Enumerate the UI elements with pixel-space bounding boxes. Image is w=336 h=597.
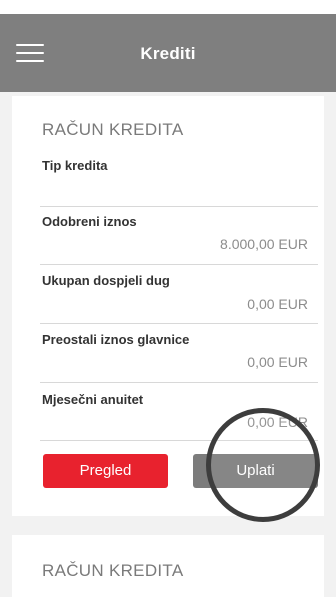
remaining-principal-value: 0,00 EUR	[247, 354, 308, 370]
divider	[40, 264, 318, 265]
loan-type-label: Tip kredita	[42, 158, 108, 173]
top-app-bar: Krediti	[0, 14, 336, 92]
total-due-label: Ukupan dospjeli dug	[42, 273, 170, 288]
pay-button[interactable]: Uplati	[193, 454, 318, 488]
loan-account-heading: RAČUN KREDITA	[42, 120, 184, 139]
loan-account-card-secondary: RAČUN KREDITA	[12, 535, 324, 597]
monthly-annuity-value: 0,00 EUR	[247, 414, 308, 430]
app-screen: Krediti RAČUN KREDITA Tip kredita Odobre…	[0, 0, 336, 597]
page-title: Krediti	[140, 44, 196, 63]
divider	[40, 440, 318, 441]
divider	[40, 323, 318, 324]
approved-amount-label: Odobreni iznos	[42, 214, 137, 229]
divider	[40, 382, 318, 383]
total-due-value: 0,00 EUR	[247, 296, 308, 312]
divider	[40, 206, 318, 207]
loan-account-card: RAČUN KREDITA Tip kredita Odobreni iznos…	[12, 96, 324, 522]
overview-button[interactable]: Pregled	[43, 454, 168, 488]
loan-account-heading: RAČUN KREDITA	[42, 561, 184, 580]
approved-amount-value: 8.000,00 EUR	[220, 236, 308, 252]
monthly-annuity-label: Mjesečni anuitet	[42, 392, 144, 407]
status-bar-area	[0, 0, 336, 14]
remaining-principal-label: Preostali iznos glavnice	[42, 332, 190, 347]
